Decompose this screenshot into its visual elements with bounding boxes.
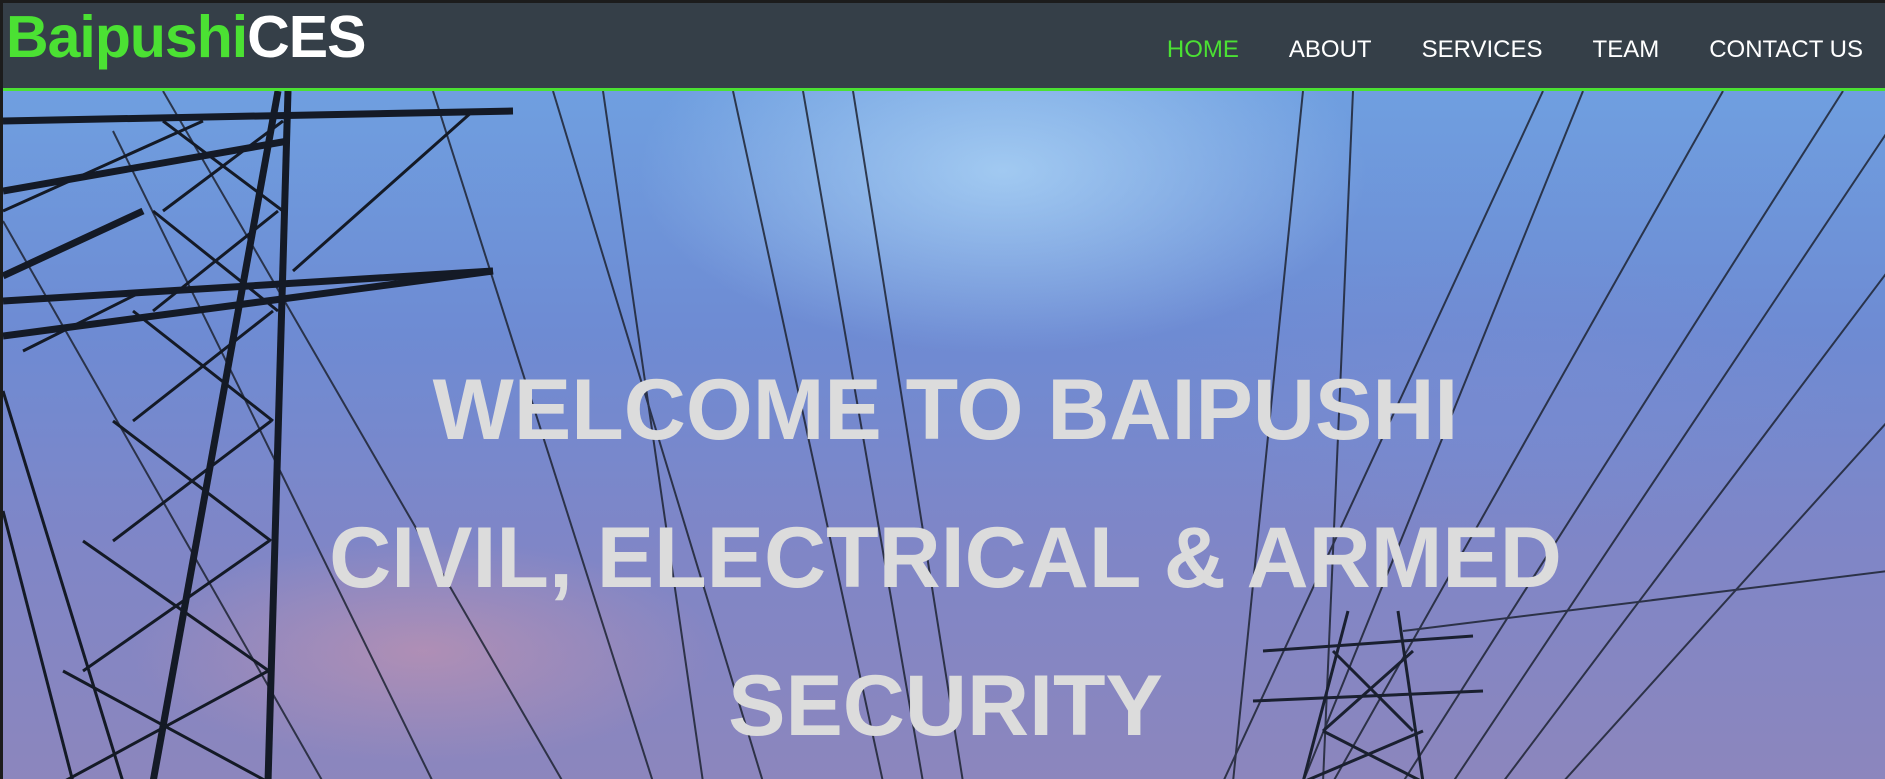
brand-name-part2: CES	[247, 4, 366, 70]
nav-item-about[interactable]: ABOUT	[1289, 35, 1372, 65]
nav-item-contact-us[interactable]: CONTACT US	[1709, 35, 1863, 65]
hero-banner: WELCOME TO BAIPUSHI CIVIL, ELECTRICAL & …	[3, 91, 1885, 779]
hero-heading-line2: CIVIL, ELECTRICAL & ARMED	[329, 510, 1562, 606]
navbar: BaipushiCES HOME ABOUT SERVICES TEAM CON…	[3, 3, 1885, 91]
main-nav: HOME ABOUT SERVICES TEAM CONTACT US	[1167, 35, 1863, 65]
hero-heading: WELCOME TO BAIPUSHI CIVIL, ELECTRICAL & …	[3, 336, 1885, 779]
page: BaipushiCES HOME ABOUT SERVICES TEAM CON…	[0, 0, 1885, 779]
brand-name-part1: Baipushi	[6, 4, 248, 70]
nav-item-home[interactable]: HOME	[1167, 35, 1239, 65]
nav-item-team[interactable]: TEAM	[1593, 35, 1660, 65]
nav-item-services[interactable]: SERVICES	[1422, 35, 1543, 65]
brand-logo[interactable]: BaipushiCES	[6, 3, 366, 73]
hero-heading-line3: SECURITY	[728, 658, 1163, 754]
hero-heading-line1: WELCOME TO BAIPUSHI	[432, 362, 1459, 458]
